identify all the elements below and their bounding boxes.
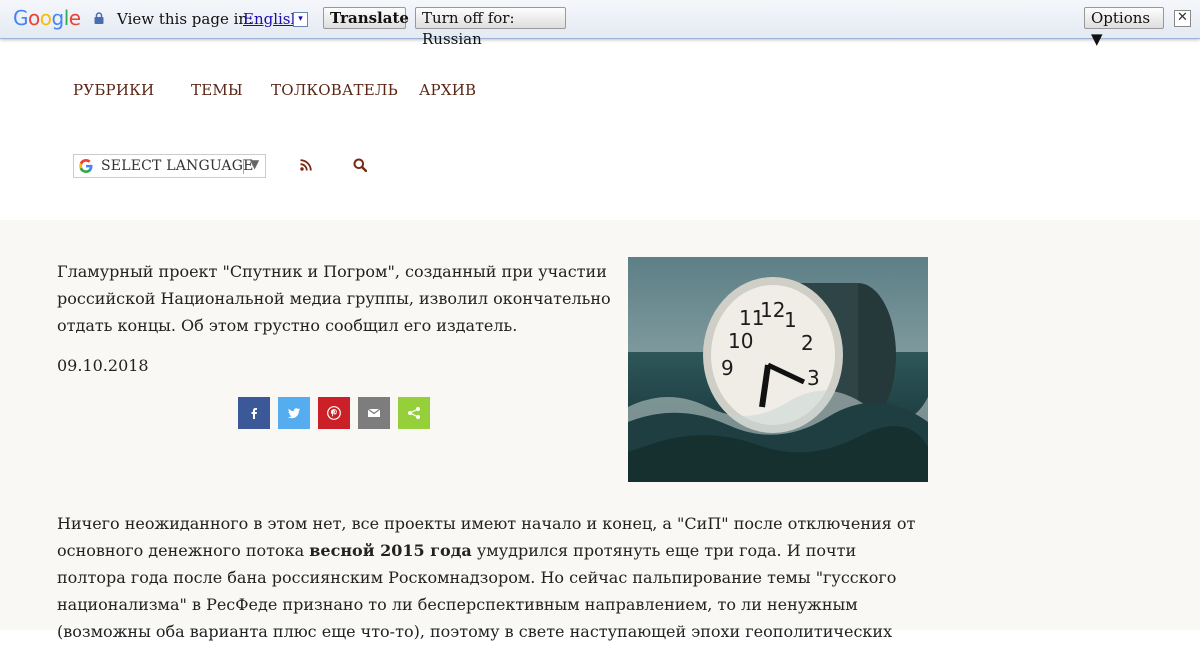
google-translate-bar: Google View this page in: English ▾ Tran… bbox=[0, 0, 1200, 48]
nav-item-arhiv[interactable]: АРХИВ bbox=[419, 81, 476, 99]
view-page-in-label: View this page in: bbox=[117, 10, 254, 28]
svg-text:9: 9 bbox=[721, 356, 734, 380]
share-email-button[interactable] bbox=[358, 397, 390, 429]
share-facebook-button[interactable] bbox=[238, 397, 270, 429]
google-g-icon bbox=[79, 159, 93, 173]
select-divider bbox=[243, 159, 244, 174]
rss-icon[interactable] bbox=[299, 158, 313, 172]
share-icon bbox=[408, 407, 420, 419]
svg-text:11: 11 bbox=[739, 306, 764, 330]
translate-button[interactable]: Translate bbox=[323, 7, 409, 29]
lock-icon bbox=[94, 12, 104, 24]
chevron-down-icon[interactable]: ▾ bbox=[293, 12, 308, 27]
pinterest-icon bbox=[327, 406, 341, 420]
svg-text:10: 10 bbox=[728, 329, 753, 353]
facebook-icon bbox=[251, 408, 257, 419]
google-logo: Google bbox=[13, 6, 81, 30]
article-body: Ничего неожиданного в этом нет, все прое… bbox=[57, 510, 927, 645]
svg-text:2: 2 bbox=[801, 331, 814, 355]
options-button[interactable]: Options ▼ bbox=[1084, 7, 1164, 48]
select-language-label: SELECT LANGUAGE bbox=[101, 158, 254, 174]
search-icon[interactable] bbox=[353, 158, 367, 172]
twitter-icon bbox=[288, 408, 300, 419]
nav-item-rubriki[interactable]: РУБРИКИ bbox=[73, 81, 154, 99]
svg-text:1: 1 bbox=[784, 308, 797, 332]
article-content: Гламурный проект "Спутник и Погром", соз… bbox=[0, 220, 1200, 641]
share-pinterest-button[interactable] bbox=[318, 397, 350, 429]
article-lead: Гламурный проект "Спутник и Погром", соз… bbox=[57, 262, 611, 335]
google-logo-letter: G bbox=[13, 6, 29, 30]
nav-item-tolkovatel[interactable]: ТОЛКОВАТЕЛЬ bbox=[271, 81, 398, 99]
language-link[interactable]: English bbox=[243, 10, 300, 28]
google-logo-letter: o bbox=[39, 6, 52, 30]
svg-text:3: 3 bbox=[807, 366, 820, 390]
share-sharethis-button[interactable] bbox=[398, 397, 430, 429]
email-icon bbox=[367, 408, 381, 417]
turn-off-translation-button[interactable]: Turn off for: Russian bbox=[415, 7, 566, 48]
close-icon[interactable]: ✕ bbox=[1174, 10, 1191, 27]
google-logo-letter: e bbox=[68, 6, 81, 30]
article-image[interactable]: 12 1 2 3 11 10 9 bbox=[628, 257, 928, 482]
article-date: 09.10.2018 bbox=[57, 356, 149, 375]
google-logo-letter: o bbox=[28, 6, 40, 30]
body-text-bold: весной 2015 года bbox=[309, 541, 472, 560]
nav-item-temy[interactable]: ТЕМЫ bbox=[191, 81, 243, 99]
chevron-down-icon: ▼ bbox=[250, 157, 260, 171]
language-select[interactable]: SELECT LANGUAGE ▼ bbox=[73, 154, 266, 178]
share-twitter-button[interactable] bbox=[278, 397, 310, 429]
google-logo-letter: g bbox=[51, 6, 65, 30]
